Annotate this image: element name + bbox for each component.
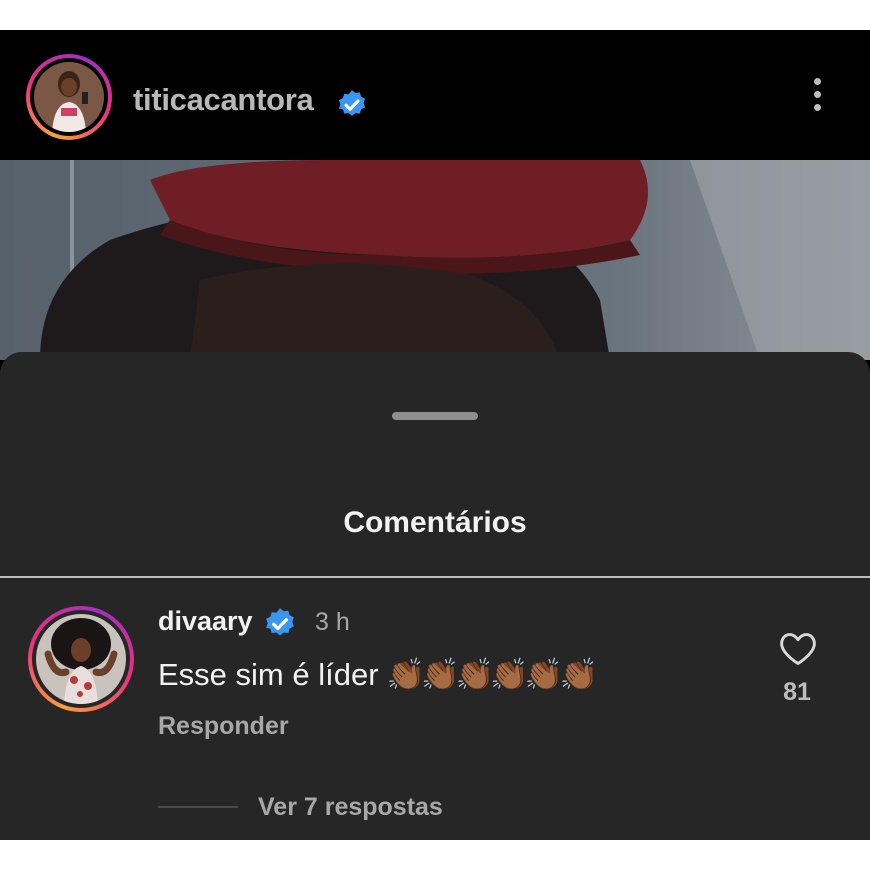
commenter-avatar-image (36, 614, 126, 704)
clapping-hands-emoji: 👏🏾👏🏾👏🏾👏🏾👏🏾👏🏾 (386, 657, 599, 692)
comments-title: Comentários (343, 506, 527, 539)
comments-sheet: Comentários divaary 3 h Esse sim é líder… (0, 352, 870, 840)
replies-divider-line (158, 806, 238, 808)
comment-username[interactable]: divaary (158, 606, 253, 637)
commenter-avatar[interactable] (28, 606, 134, 712)
author-username[interactable]: titicacantora (133, 82, 314, 118)
like-count: 81 (783, 678, 811, 706)
comment-body: Esse sim é líder (158, 657, 379, 692)
verified-badge-icon (338, 90, 366, 116)
divider (0, 576, 870, 578)
drag-handle[interactable] (392, 412, 478, 420)
comment-timestamp: 3 h (315, 608, 350, 636)
view-replies-button[interactable]: Ver 7 respostas (258, 793, 443, 822)
verified-badge-icon (266, 608, 294, 636)
more-vertical-icon[interactable] (806, 78, 828, 120)
author-avatar-image (34, 62, 104, 132)
comment-text: Esse sim é líder 👏🏾👏🏾👏🏾👏🏾👏🏾👏🏾 (158, 656, 599, 693)
post-image[interactable] (0, 160, 870, 360)
app-frame: titicacantora Comentários divaary 3 h Es… (0, 30, 870, 840)
author-avatar[interactable] (26, 54, 112, 140)
post-header: titicacantora (0, 30, 870, 160)
heart-icon[interactable] (778, 630, 818, 666)
reply-button[interactable]: Responder (158, 712, 289, 741)
